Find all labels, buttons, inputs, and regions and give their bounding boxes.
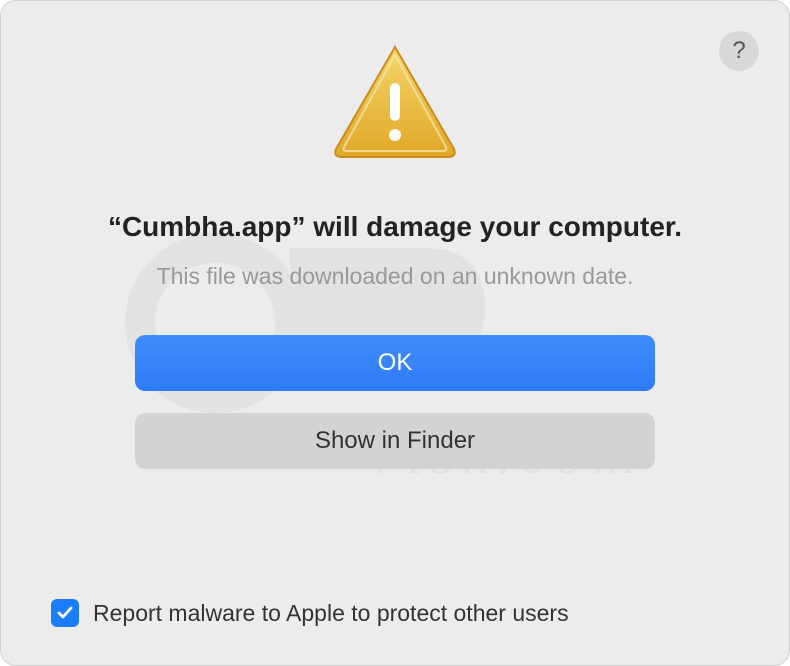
checkmark-icon <box>56 604 74 622</box>
malware-warning-dialog: ? risk.com “Cumbha.app” will damage your… <box>0 0 790 666</box>
show-in-finder-button[interactable]: Show in Finder <box>135 413 655 469</box>
report-malware-label: Report malware to Apple to protect other… <box>93 600 569 627</box>
dialog-subtitle: This file was downloaded on an unknown d… <box>157 263 634 290</box>
dialog-title: “Cumbha.app” will damage your computer. <box>108 211 682 243</box>
ok-button[interactable]: OK <box>135 335 655 391</box>
report-malware-checkbox[interactable] <box>51 599 79 627</box>
warning-icon <box>330 41 460 161</box>
report-malware-row: Report malware to Apple to protect other… <box>51 599 569 627</box>
